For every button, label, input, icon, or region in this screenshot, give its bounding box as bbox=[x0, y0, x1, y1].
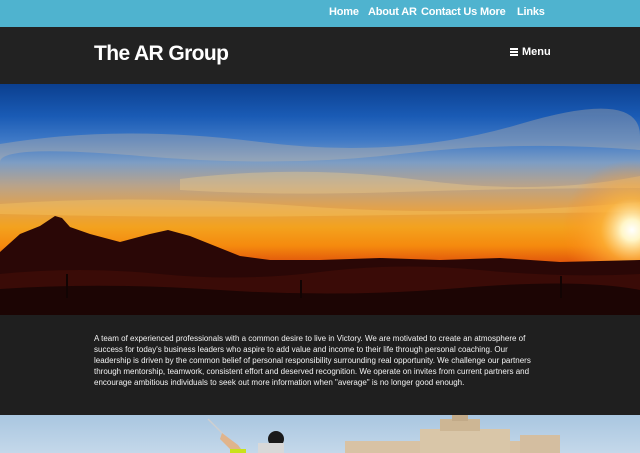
nav-link-about-ar[interactable]: About AR bbox=[368, 6, 417, 18]
golfer-resort-illustration bbox=[207, 415, 560, 453]
sunset-landscape-illustration bbox=[0, 108, 640, 315]
menu-button-label: Menu bbox=[522, 46, 551, 58]
golf-resort-photo bbox=[0, 415, 640, 453]
menu-button[interactable]: Menu bbox=[510, 46, 551, 58]
nav-link-more[interactable]: More bbox=[480, 6, 506, 18]
site-header: The AR Group Menu bbox=[0, 27, 640, 84]
hamburger-icon bbox=[510, 48, 518, 56]
nav-link-contact-us[interactable]: Contact Us bbox=[421, 6, 477, 18]
hero-image bbox=[0, 84, 640, 315]
nav-link-home[interactable]: Home bbox=[329, 6, 359, 18]
nav-link-links[interactable]: Links bbox=[517, 6, 545, 18]
about-description: A team of experienced professionals with… bbox=[94, 334, 531, 387]
top-nav-bar: Home About AR Contact Us More Links bbox=[0, 0, 640, 27]
about-section: A team of experienced professionals with… bbox=[0, 315, 640, 415]
site-title[interactable]: The AR Group bbox=[94, 42, 229, 66]
